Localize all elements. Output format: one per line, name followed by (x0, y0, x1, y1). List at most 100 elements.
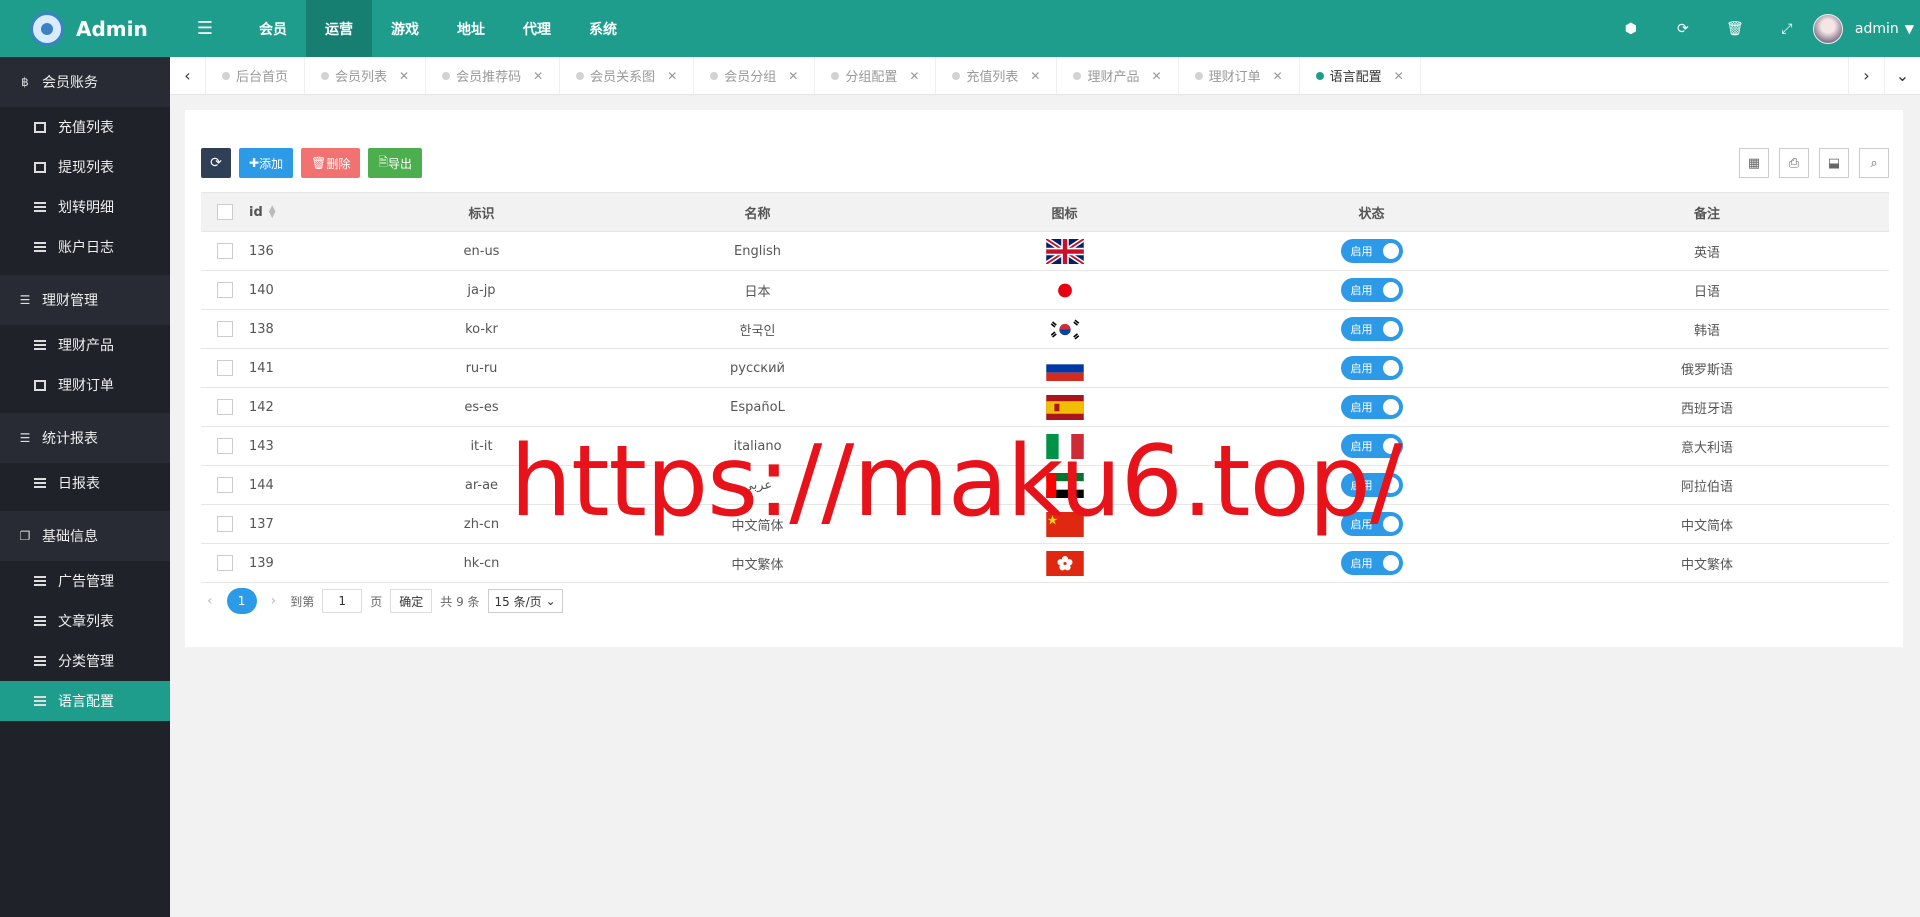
close-icon[interactable]: ✕ (1152, 69, 1162, 83)
columns-icon[interactable]: ▦ (1739, 148, 1769, 178)
caret-down-icon[interactable]: ▼ (1905, 22, 1914, 36)
tab-member-group[interactable]: 会员分组 ✕ (694, 57, 816, 94)
prev-page-icon[interactable]: ‹ (201, 593, 219, 609)
tab-member-ref-code[interactable]: 会员推荐码 ✕ (426, 57, 561, 94)
table-row[interactable]: 140 ja-jp 日本 启用 日语 (201, 270, 1889, 310)
sidebar-item-finance-products[interactable]: 理财产品 (0, 325, 170, 365)
row-select-cell (201, 504, 249, 544)
close-icon[interactable]: ✕ (1273, 69, 1283, 83)
sidebar-item-finance-orders[interactable]: 理财订单 (0, 365, 170, 405)
table-row[interactable]: 137 zh-cn 中文简体 启用 中文简体 (201, 504, 1889, 544)
export-icon[interactable]: ⬓ (1819, 148, 1849, 178)
row-checkbox[interactable] (217, 399, 233, 415)
sidebar-item-articles[interactable]: 文章列表 (0, 601, 170, 641)
row-checkbox[interactable] (217, 243, 233, 259)
sidebar-item-account-log[interactable]: 账户日志 (0, 227, 170, 267)
refresh-button[interactable]: ⟳ (201, 148, 231, 178)
close-icon[interactable]: ✕ (399, 69, 409, 83)
sidebar-item-categories[interactable]: 分类管理 (0, 641, 170, 681)
close-icon[interactable]: ✕ (1030, 69, 1040, 83)
row-checkbox[interactable] (217, 360, 233, 376)
chevron-right-icon[interactable]: › (1848, 57, 1884, 94)
sidebar-group-finance[interactable]: ☰ 理财管理 (0, 275, 170, 325)
table-row[interactable]: 143 it-it italiano 启用 意大利语 (201, 426, 1889, 466)
add-button[interactable]: ✚ 添加 (239, 148, 294, 178)
status-toggle[interactable]: 启用 (1340, 395, 1403, 419)
row-checkbox[interactable] (217, 438, 233, 454)
tab-language-config[interactable]: 语言配置 ✕ (1300, 57, 1421, 94)
nav-address[interactable]: 地址 (438, 0, 504, 57)
tab-home[interactable]: 后台首页 (206, 57, 306, 94)
table-row[interactable]: 141 ru-ru русский 启用 俄罗斯语 (201, 348, 1889, 388)
status-toggle[interactable]: 启用 (1340, 434, 1403, 458)
tab-finance-products[interactable]: 理财产品 ✕ (1057, 57, 1179, 94)
sidebar-item-ads[interactable]: 广告管理 (0, 561, 170, 601)
status-toggle[interactable]: 启用 (1340, 239, 1403, 263)
nav-agent[interactable]: 代理 (504, 0, 570, 57)
delete-button[interactable]: 🗑 删除 (301, 148, 361, 178)
list-icon: ☰ (19, 431, 31, 445)
username[interactable]: admin (1855, 21, 1899, 37)
table-row[interactable]: 139 hk-cn 中文繁体 启用 中文繁体 (201, 543, 1889, 583)
sidebar-item-recharge-list[interactable]: 充值列表 (0, 107, 170, 147)
sidebar-item-withdraw-list[interactable]: 提现列表 (0, 147, 170, 187)
status-toggle[interactable]: 启用 (1340, 551, 1403, 575)
status-toggle[interactable]: 启用 (1340, 512, 1403, 536)
table-row[interactable]: 142 es-es EspañoL 启用 西班牙语 (201, 387, 1889, 427)
menu-toggle-icon[interactable]: ☰ (170, 0, 240, 57)
chevron-down-icon[interactable]: ⌄ (1884, 57, 1920, 94)
close-icon[interactable]: ✕ (788, 69, 798, 83)
close-icon[interactable]: ✕ (909, 69, 919, 83)
nav-member[interactable]: 会员 (240, 0, 306, 57)
refresh-icon[interactable]: ⟳ (1657, 0, 1709, 57)
sidebar-item-daily-report[interactable]: 日报表 (0, 463, 170, 503)
table-row[interactable]: 138 ko-kr 한국인 启用 韩语 (201, 309, 1889, 349)
row-checkbox[interactable] (217, 321, 233, 337)
table-row[interactable]: 136 en-us English 启用 英语 (201, 231, 1889, 271)
sidebar-group-account[interactable]: ฿ 会员账务 (0, 57, 170, 107)
tab-group-config[interactable]: 分组配置 ✕ (815, 57, 937, 94)
next-page-icon[interactable]: › (265, 593, 283, 609)
sort-icon[interactable]: ▲ ▼ (269, 205, 276, 220)
row-checkbox[interactable] (217, 477, 233, 493)
nav-system[interactable]: 系统 (570, 0, 636, 57)
sidebar-group-reports[interactable]: ☰ 统计报表 (0, 413, 170, 463)
goto-page-input[interactable]: 1 (322, 589, 363, 613)
export-button[interactable]: 🗎 导出 (368, 148, 422, 178)
nav-games[interactable]: 游戏 (372, 0, 438, 57)
status-toggle[interactable]: 启用 (1340, 473, 1403, 497)
nav-operations[interactable]: 运营 (306, 0, 372, 57)
sidebar-item-language-config[interactable]: 语言配置 (0, 681, 170, 721)
sidebar-group-basic-info[interactable]: ❐ 基础信息 (0, 511, 170, 561)
tab-label: 会员推荐码 (456, 70, 522, 85)
select-all-checkbox[interactable] (217, 204, 233, 220)
row-checkbox[interactable] (217, 555, 233, 571)
tab-recharge-list[interactable]: 充值列表 ✕ (936, 57, 1058, 94)
tab-finance-orders[interactable]: 理财订单 ✕ (1179, 57, 1300, 94)
page-size-select[interactable]: 15 条/页 ⌄ (487, 589, 563, 613)
row-checkbox[interactable] (217, 516, 233, 532)
status-toggle[interactable]: 启用 (1340, 278, 1403, 302)
close-icon[interactable]: ✕ (667, 69, 677, 83)
confirm-button[interactable]: 确定 (390, 589, 433, 613)
search-icon[interactable]: ⌕ (1859, 148, 1889, 178)
avatar[interactable] (1812, 13, 1843, 44)
close-icon[interactable]: ✕ (533, 69, 543, 83)
fullscreen-icon[interactable]: ⤢ (1761, 0, 1813, 57)
trash-icon[interactable]: 🗑 (1709, 0, 1761, 57)
table-row[interactable]: 144 ar-ae عربي 启用 阿拉伯语 (201, 465, 1889, 505)
status-toggle[interactable]: 启用 (1340, 317, 1403, 341)
print-icon[interactable]: ⎙ (1779, 148, 1809, 178)
logo[interactable]: Admin (0, 0, 170, 57)
chevron-left-icon[interactable]: ‹ (170, 57, 206, 94)
tab-member-relation[interactable]: 会员关系图 ✕ (560, 57, 695, 94)
close-icon[interactable]: ✕ (1394, 69, 1404, 83)
sidebar-item-transfer-detail[interactable]: 划转明细 (0, 187, 170, 227)
tab-member-list[interactable]: 会员列表 ✕ (305, 57, 427, 94)
status-label: 启用 (1350, 518, 1373, 531)
row-checkbox[interactable] (217, 282, 233, 298)
current-page[interactable]: 1 (226, 588, 257, 614)
theme-icon[interactable]: ⬢ (1605, 0, 1657, 57)
column-header-id[interactable]: id ▲ ▼ (249, 192, 359, 232)
status-toggle[interactable]: 启用 (1340, 356, 1403, 380)
